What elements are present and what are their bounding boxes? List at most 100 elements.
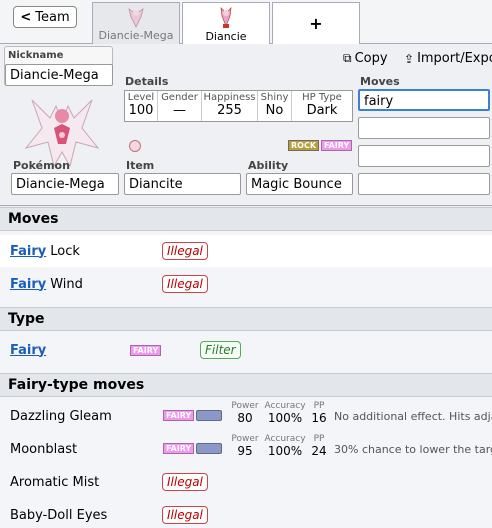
item-sprite-icon <box>129 140 141 152</box>
move-3-input[interactable] <box>358 145 490 167</box>
pp-value: 24 <box>311 444 327 458</box>
pokemon-label: Pokémon <box>13 159 70 172</box>
move-1-input[interactable]: fairy <box>358 89 490 111</box>
top-bar: < Team Diancie-Mega Diancie + <box>0 0 492 45</box>
happiness-value: 255 <box>217 103 242 118</box>
tab-label: Diancie <box>205 30 247 43</box>
accuracy-label: Accuracy <box>264 401 306 411</box>
pokemon-input[interactable]: Diancie-Mega <box>11 173 119 195</box>
level-value: 100 <box>128 103 154 118</box>
gender-value: — <box>173 103 186 118</box>
move-name-rest: Wind <box>50 276 83 292</box>
happiness-header: Happiness <box>203 92 256 103</box>
accuracy-label: Accuracy <box>264 434 306 444</box>
happiness-cell: Happiness 255 <box>202 91 258 121</box>
type-badge-fairy: FAIRY <box>130 345 162 356</box>
chevron-left-icon: < <box>20 9 32 25</box>
pp-stat: PP 16 <box>308 401 330 425</box>
gender-header: Gender <box>161 92 198 103</box>
move-2-input[interactable] <box>358 117 490 139</box>
type-badge-fairy: FAIRY <box>163 443 195 454</box>
shiny-header: Shiny <box>260 92 289 103</box>
moves-section-header: Moves <box>0 207 492 231</box>
tab-diancie-mega[interactable]: Diancie-Mega <box>92 2 180 44</box>
illegal-badge: Illegal <box>162 473 208 491</box>
nickname-input[interactable]: Diancie-Mega <box>5 64 113 86</box>
tab-label: Diancie-Mega <box>98 29 174 42</box>
move-name-rest: Lock <box>50 243 80 259</box>
result-row-moonblast[interactable]: Moonblast FAIRY Power 95 Accuracy 100% P… <box>0 433 492 465</box>
import-export-label: Import/Expo <box>417 51 492 66</box>
move-name: Baby-Doll Eyes <box>10 507 108 523</box>
moves-label: Moves <box>360 75 400 88</box>
copy-button[interactable]: ⧉ Copy <box>343 51 388 66</box>
ability-input[interactable]: Magic Bounce <box>246 173 353 195</box>
accuracy-stat: Accuracy 100% <box>262 434 308 458</box>
hp-type-value: Dark <box>306 103 338 118</box>
move-4-input[interactable] <box>358 173 490 195</box>
import-export-button[interactable]: ⇪ Import/Expo <box>404 51 492 66</box>
add-pokemon-tab-button[interactable]: + <box>272 2 360 44</box>
level-cell: Level 100 <box>125 91 158 121</box>
back-button-label: Team <box>35 9 70 25</box>
copy-label: Copy <box>354 51 388 66</box>
power-label: Power <box>231 401 259 411</box>
type-name-link[interactable]: Fairy <box>10 343 46 358</box>
power-value: 95 <box>237 444 253 458</box>
item-input[interactable]: Diancite <box>124 173 241 195</box>
search-results: Moves Fairy Lock Illegal Fairy Wind Ille… <box>0 207 492 528</box>
pp-value: 16 <box>311 411 327 425</box>
tab-diancie[interactable]: Diancie <box>182 2 270 45</box>
gender-cell: Gender — <box>158 91 202 121</box>
accuracy-value: 100% <box>267 444 303 458</box>
move-description: 30% chance to lower the targ <box>334 442 492 456</box>
set-editor-panel: Nickname Diancie-Mega Details Level 100 … <box>0 44 492 206</box>
details-label: Details <box>125 75 169 88</box>
accuracy-stat: Accuracy 100% <box>262 401 308 425</box>
upload-icon: ⇪ <box>404 51 415 66</box>
special-category-icon <box>196 410 222 421</box>
result-row-baby-doll-eyes[interactable]: Baby-Doll Eyes Illegal <box>0 499 492 528</box>
item-label: Item <box>126 159 155 172</box>
illegal-badge: Illegal <box>162 242 208 260</box>
plus-icon: + <box>309 14 323 33</box>
details-button[interactable]: Level 100 Gender — Happiness 255 Shiny N… <box>124 90 353 122</box>
move-name: Dazzling Gleam <box>10 408 112 424</box>
move-name: Aromatic Mist <box>10 474 100 490</box>
level-header: Level <box>127 92 155 103</box>
move-name-link[interactable]: Fairy <box>10 277 46 292</box>
illegal-badge: Illegal <box>162 506 208 524</box>
result-row-fairy-lock[interactable]: Fairy Lock Illegal <box>0 235 492 267</box>
diancie-sprite-icon <box>213 6 239 30</box>
pp-stat: PP 24 <box>308 434 330 458</box>
shiny-value: No <box>265 103 284 118</box>
ability-label: Ability <box>248 159 289 172</box>
special-category-icon <box>196 443 222 454</box>
power-value: 80 <box>237 411 253 425</box>
move-name-link[interactable]: Fairy <box>10 244 46 259</box>
diancie-mega-sprite-icon <box>123 5 149 29</box>
type-badge-rock: ROCK <box>288 140 320 151</box>
power-stat: Power 95 <box>228 434 262 458</box>
type-section-header: Type <box>0 307 492 331</box>
pp-label: PP <box>313 401 325 411</box>
result-row-type-fairy[interactable]: Fairy FAIRY Filter <box>0 334 492 366</box>
type-badge-fairy: FAIRY <box>321 140 353 151</box>
shiny-cell: Shiny No <box>258 91 292 121</box>
power-stat: Power 80 <box>228 401 262 425</box>
filter-button[interactable]: Filter <box>200 341 241 359</box>
pokemon-sprite <box>12 88 112 170</box>
result-row-dazzling-gleam[interactable]: Dazzling Gleam FAIRY Power 80 Accuracy 1… <box>0 400 492 432</box>
accuracy-value: 100% <box>267 411 303 425</box>
move-description: No additional effect. Hits adja <box>334 409 492 423</box>
hp-type-cell: HP Type Dark <box>292 91 352 121</box>
hp-type-header: HP Type <box>302 92 342 103</box>
illegal-badge: Illegal <box>162 275 208 293</box>
result-row-aromatic-mist[interactable]: Aromatic Mist Illegal <box>0 466 492 498</box>
move-name: Moonblast <box>10 441 78 457</box>
result-row-fairy-wind[interactable]: Fairy Wind Illegal <box>0 268 492 300</box>
type-badge-fairy: FAIRY <box>163 410 195 421</box>
fairy-moves-section-header: Fairy-type moves <box>0 373 492 397</box>
nickname-label: Nickname <box>8 50 64 61</box>
back-to-team-button[interactable]: < Team <box>13 6 77 28</box>
